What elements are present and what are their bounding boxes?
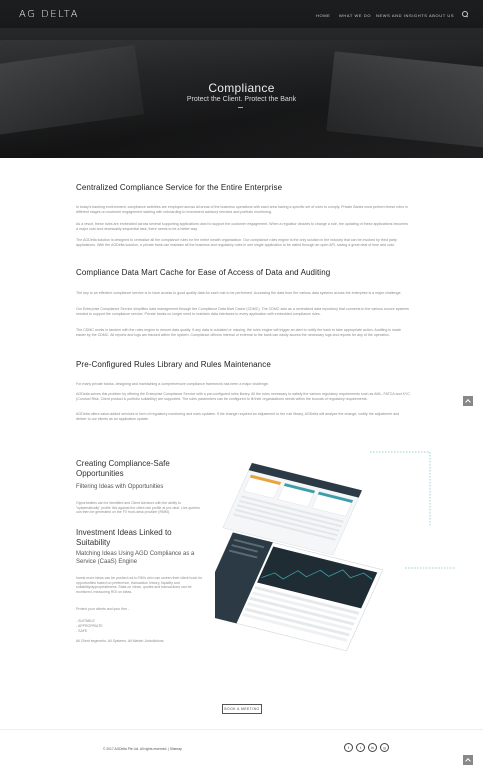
feature-subheading-filtering: Filtering Ideas with Opportunities	[76, 484, 164, 490]
section-paragraph: Our Enterprise Compliance Service simpli…	[76, 307, 409, 316]
check-item-suitable: - SUITABLE	[76, 619, 95, 623]
copyright-text: © 2017 AGDelta Pte Ltd. All rights reser…	[103, 747, 182, 751]
protect-label: Protect your clients and your firm -	[76, 607, 130, 611]
feature-paragraph: Invest more ideas can be pushed out to R…	[76, 576, 203, 594]
section-paragraph: AGDelta offers value-added services in f…	[76, 412, 400, 421]
footer-note: All Client segments. All Systems. All Ma…	[76, 639, 165, 643]
hero-divider	[238, 107, 243, 108]
section-title-rules-library: Pre-Configured Rules Library and Rules M…	[76, 360, 271, 369]
google-plus-icon[interactable]: g	[380, 743, 389, 752]
nav-what-we-do[interactable]: WHAT WE DO	[339, 13, 371, 18]
section-paragraph: AGDelta solves this problem by offering …	[76, 392, 410, 401]
feature-heading-investment-ideas: Investment Ideas Linked to Suitability	[76, 528, 172, 547]
search-icon[interactable]	[462, 11, 468, 17]
page-subtitle: Protect the Client. Protect the Bank	[186, 96, 297, 103]
nav-news-and-insights[interactable]: NEWS AND INSIGHTS	[376, 13, 428, 18]
book-a-meeting-button[interactable]: BOOK A MEETING	[222, 704, 262, 714]
section-paragraph: The CDMC works in tandem with the rules …	[76, 328, 401, 337]
brand-logo[interactable]: AG DELTA	[19, 9, 79, 20]
facebook-icon[interactable]: f	[344, 743, 353, 752]
feature-subheading-matching: Matching Ideas Using AGD Compliance as a…	[76, 551, 195, 565]
footer-divider	[0, 729, 483, 730]
feature-paragraph: Opportunities can be identified and Clie…	[76, 501, 200, 515]
section-paragraph: The key to an effective compliance servi…	[76, 291, 402, 295]
nav-about-us[interactable]: ABOUT US	[429, 13, 454, 18]
scroll-to-top-button-footer[interactable]	[463, 755, 473, 765]
section-title-centralized: Centralized Compliance Service for the E…	[76, 183, 283, 192]
section-paragraph: In today's banking environment, complian…	[76, 205, 408, 214]
section-paragraph: For many private banks, designing and ma…	[76, 382, 269, 386]
feature-heading-compliance-safe: Creating Compliance-Safe Opportunities	[76, 459, 170, 478]
section-paragraph: As a result, these rules are embedded ac…	[76, 222, 409, 231]
dashboard-mockup-illustration	[215, 451, 455, 652]
linkedin-icon[interactable]: in	[368, 743, 377, 752]
page-title: Compliance	[208, 81, 275, 95]
check-item-safe: - SAFE	[76, 629, 88, 633]
nav-home[interactable]: HOME	[316, 13, 330, 18]
scroll-to-top-button[interactable]	[463, 396, 473, 406]
hero-banner	[0, 0, 483, 158]
check-item-appropriate: - APPROPRIATE	[76, 624, 103, 628]
section-paragraph: The AGDelta solution is designed to cent…	[76, 238, 397, 247]
section-title-data-mart: Compliance Data Mart Cache for Ease of A…	[76, 268, 331, 277]
twitter-icon[interactable]: t	[356, 743, 365, 752]
